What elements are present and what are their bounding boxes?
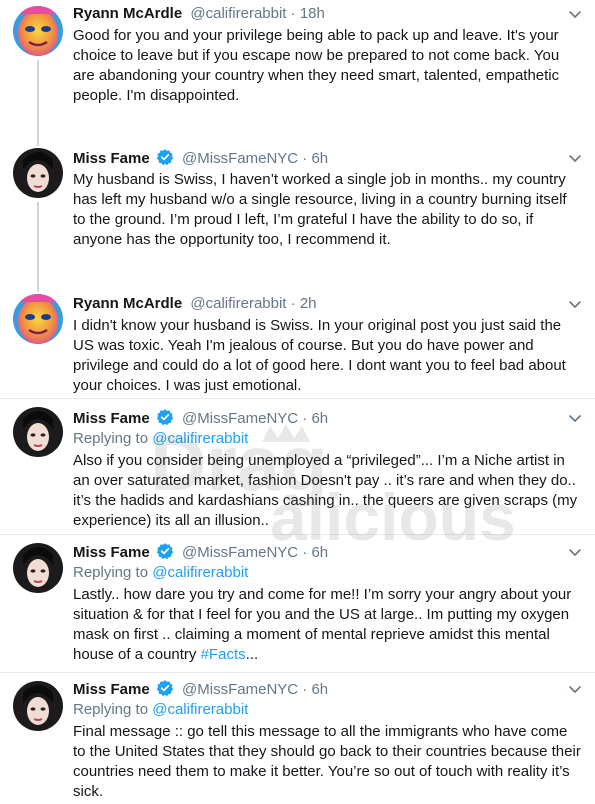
author-handle[interactable]: @califirerabbit xyxy=(190,5,286,22)
thread-line xyxy=(37,284,39,292)
chevron-down-icon[interactable] xyxy=(567,150,583,166)
mention-link[interactable]: @califirerabbit xyxy=(152,430,248,447)
tweet-text: I didn't know your husband is Swiss. In … xyxy=(73,317,566,394)
tweet-header: Ryann McArdle @califirerabbit · 2h xyxy=(73,294,583,314)
avatar-miss-fame[interactable] xyxy=(13,681,63,731)
tweet[interactable]: Ryann McArdle @califirerabbit · 18h Good… xyxy=(0,0,595,140)
hashtag-link[interactable]: #Facts xyxy=(201,646,246,663)
tweet-text-suffix: ... xyxy=(245,646,259,663)
timestamp[interactable]: 6h xyxy=(311,544,328,561)
timestamp[interactable]: 6h xyxy=(311,150,328,167)
tweet[interactable]: Ryann McArdle @califirerabbit · 2h I did… xyxy=(0,284,595,398)
replying-to: Replying to @califirerabbit xyxy=(73,429,583,449)
tweet-header: Miss Fame @MissFameNYC · 6h xyxy=(73,148,583,168)
replying-prefix: Replying to xyxy=(73,701,149,718)
tweet-text: Lastly.. how dare you try and come for m… xyxy=(73,585,583,665)
replying-prefix: Replying to xyxy=(73,430,149,447)
thread-line xyxy=(37,60,39,140)
replying-to: Replying to @califirerabbit xyxy=(73,563,583,583)
tweet-text: Final message :: go tell this message to… xyxy=(73,723,581,800)
avatar-miss-fame[interactable] xyxy=(13,543,63,593)
author-handle[interactable]: @MissFameNYC xyxy=(182,410,298,427)
author-name[interactable]: Miss Fame xyxy=(73,681,150,698)
verified-badge-icon xyxy=(156,543,174,560)
author-handle[interactable]: @califirerabbit xyxy=(190,295,286,312)
replying-prefix: Replying to xyxy=(73,564,149,581)
mention-link[interactable]: @califirerabbit xyxy=(152,701,248,718)
timestamp[interactable]: 6h xyxy=(311,410,328,427)
separator: · xyxy=(302,150,308,167)
replying-to: Replying to @califirerabbit xyxy=(73,700,583,720)
tweet[interactable]: Miss Fame @MissFameNYC · 6h Replying to … xyxy=(0,672,595,804)
separator: · xyxy=(290,295,296,312)
author-name[interactable]: Ryann McArdle xyxy=(73,295,182,312)
separator: · xyxy=(290,5,296,22)
tweet[interactable]: Miss Fame @MissFameNYC · 6h Replying to … xyxy=(0,398,595,534)
verified-badge-icon xyxy=(156,149,174,166)
chevron-down-icon[interactable] xyxy=(567,296,583,312)
timestamp[interactable]: 6h xyxy=(311,681,328,698)
thread-line xyxy=(37,140,39,146)
tweet[interactable]: Miss Fame @MissFameNYC · 6h My husband i… xyxy=(0,140,595,284)
thread-line xyxy=(37,202,39,284)
author-handle[interactable]: @MissFameNYC xyxy=(182,150,298,167)
mention-link[interactable]: @califirerabbit xyxy=(152,564,248,581)
author-handle[interactable]: @MissFameNYC xyxy=(182,544,298,561)
avatar-miss-fame[interactable] xyxy=(13,148,63,198)
verified-badge-icon xyxy=(156,680,174,697)
tweet-thread: Ryann McArdle @califirerabbit · 18h Good… xyxy=(0,0,595,804)
author-name[interactable]: Miss Fame xyxy=(73,410,150,427)
author-name[interactable]: Miss Fame xyxy=(73,150,150,167)
verified-badge-icon xyxy=(156,409,174,426)
tweet-text: Also if you consider being unemployed a … xyxy=(73,452,578,529)
tweet-text: Good for you and your privilege being ab… xyxy=(73,27,560,104)
avatar-ryann[interactable] xyxy=(13,294,63,344)
chevron-down-icon[interactable] xyxy=(567,544,583,560)
chevron-down-icon[interactable] xyxy=(567,681,583,697)
separator: · xyxy=(302,681,308,698)
author-handle[interactable]: @MissFameNYC xyxy=(182,681,298,698)
tweet-header: Miss Fame @MissFameNYC · 6h xyxy=(73,679,583,699)
author-name[interactable]: Ryann McArdle xyxy=(73,5,182,22)
author-name[interactable]: Miss Fame xyxy=(73,544,150,561)
chevron-down-icon[interactable] xyxy=(567,6,583,22)
tweet-header: Ryann McArdle @califirerabbit · 18h xyxy=(73,4,583,24)
timestamp[interactable]: 18h xyxy=(300,5,325,22)
separator: · xyxy=(302,544,308,561)
avatar-miss-fame[interactable] xyxy=(13,407,63,457)
tweet-header: Miss Fame @MissFameNYC · 6h xyxy=(73,408,583,428)
tweet-text: My husband is Swiss, I haven’t worked a … xyxy=(73,171,567,248)
chevron-down-icon[interactable] xyxy=(567,410,583,426)
tweet-text-body: Lastly.. how dare you try and come for m… xyxy=(73,586,572,663)
tweet[interactable]: Miss Fame @MissFameNYC · 6h Replying to … xyxy=(0,534,595,672)
separator: · xyxy=(302,410,308,427)
tweet-header: Miss Fame @MissFameNYC · 6h xyxy=(73,542,583,562)
avatar-ryann[interactable] xyxy=(13,6,63,56)
timestamp[interactable]: 2h xyxy=(300,295,317,312)
